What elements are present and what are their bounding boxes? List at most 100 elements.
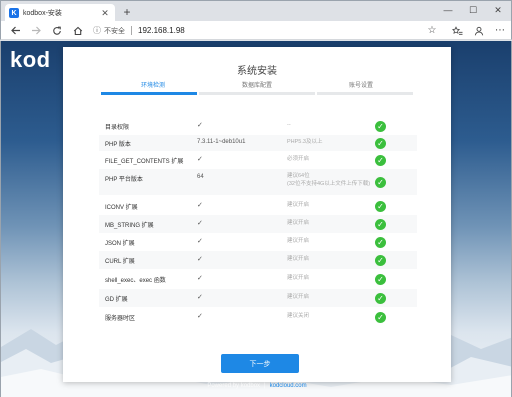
- tab-title: kodbox-安装: [23, 10, 62, 17]
- step-progress-active: [101, 92, 197, 95]
- maximize-button[interactable]: ☐: [462, 3, 484, 17]
- check-name: FILE_GET_CONTENTS 扩展: [105, 159, 184, 165]
- back-button[interactable]: [9, 24, 23, 37]
- check-requirement: 建议关闭: [287, 313, 310, 319]
- check-requirement: --: [287, 122, 291, 128]
- check-name: 目录权限: [105, 125, 130, 131]
- footer-site-link[interactable]: kodcloud.com: [270, 383, 307, 389]
- refresh-icon: [53, 26, 61, 35]
- check-requirement: PHP5.3及以上: [287, 139, 323, 145]
- check-requirement: 建议开启: [287, 275, 310, 281]
- close-tab-icon[interactable]: ✕: [99, 8, 111, 19]
- check-ok-icon: ✓: [375, 138, 386, 149]
- check-ok-icon: ✓: [375, 237, 386, 248]
- check-requirement: 建议开启: [287, 202, 310, 208]
- check-name: ICONV 扩展: [105, 205, 138, 211]
- check-name: JSON 扩展: [105, 241, 135, 247]
- browser-tab-strip: K kodbox-安装 ✕ + — ☐ ✕: [0, 0, 512, 22]
- step-db-config[interactable]: 数据库配置: [205, 80, 309, 89]
- profile-button[interactable]: [472, 24, 486, 37]
- step-progress-pending: [317, 92, 413, 95]
- page-footer: Powered by kodbox | kodcloud.com: [1, 383, 511, 389]
- table-row: GD 扩展 ✓ 建议开启 ✓: [99, 289, 417, 307]
- check-value: ✓: [197, 220, 203, 227]
- install-card: 系统安装 环境检测 数据库配置 账号设置 目录权限 ✓ -- ✓ PHP 版本 …: [63, 47, 451, 382]
- info-icon[interactable]: ⓘ: [93, 25, 101, 36]
- arrow-right-icon: [32, 26, 41, 35]
- security-label: 不安全: [104, 27, 125, 35]
- check-value: ✓: [197, 238, 203, 245]
- check-name: 服务器时区: [105, 316, 136, 322]
- check-ok-icon: ✓: [375, 177, 386, 188]
- table-row: ICONV 扩展 ✓ 建议开启 ✓: [99, 195, 417, 215]
- kodbox-favicon-icon: K: [9, 8, 19, 18]
- check-value: ✓: [197, 313, 203, 320]
- forward-button[interactable]: [29, 24, 43, 37]
- refresh-button[interactable]: [50, 24, 64, 37]
- new-tab-button[interactable]: +: [121, 6, 133, 18]
- check-name: shell_exec、exec 函数: [105, 278, 166, 284]
- table-row: PHP 平台版本 64 建议64位 (32位不支持4G以上文件上传下载) ✓: [99, 169, 417, 195]
- check-name: CURL 扩展: [105, 259, 135, 265]
- url-text[interactable]: 192.168.1.98: [138, 26, 185, 35]
- check-requirement: 建议开启: [287, 294, 310, 300]
- check-requirement: 建议开启: [287, 238, 310, 244]
- check-ok-icon: ✓: [375, 255, 386, 266]
- check-value: ✓: [197, 294, 203, 301]
- step-account[interactable]: 账号设置: [309, 80, 413, 89]
- step-env-check[interactable]: 环境检测: [101, 80, 205, 89]
- more-menu-icon[interactable]: ⋯: [493, 24, 507, 37]
- kod-logo: kod: [10, 47, 51, 72]
- favorite-star-icon[interactable]: ☆: [425, 24, 439, 37]
- check-value: ✓: [197, 122, 203, 129]
- table-row: 服务器时区 ✓ 建议关闭 ✓: [99, 307, 417, 327]
- check-ok-icon: ✓: [375, 155, 386, 166]
- browser-toolbar: ⓘ 不安全 192.168.1.98 ☆ ⋯: [0, 21, 512, 40]
- next-step-button[interactable]: 下一步: [221, 354, 299, 373]
- home-button[interactable]: [71, 24, 85, 37]
- table-row: FILE_GET_CONTENTS 扩展 ✓ 必须开启 ✓: [99, 151, 417, 169]
- home-icon: [73, 26, 83, 35]
- step-progress-pending: [199, 92, 315, 95]
- check-ok-icon: ✓: [375, 293, 386, 304]
- browser-tab[interactable]: K kodbox-安装 ✕: [5, 4, 115, 22]
- arrow-left-icon: [11, 26, 20, 35]
- check-ok-icon: ✓: [375, 201, 386, 212]
- check-value: ✓: [197, 156, 203, 163]
- table-row: MB_STRING 扩展 ✓ 建议开启 ✓: [99, 215, 417, 233]
- profile-icon: [474, 26, 484, 35]
- check-requirement: 建议64位: [287, 173, 310, 179]
- close-window-button[interactable]: ✕: [487, 3, 509, 17]
- check-requirement: 必须开启: [287, 156, 310, 162]
- favorites-button[interactable]: [450, 24, 464, 37]
- check-name: GD 扩展: [105, 297, 128, 303]
- check-ok-icon: ✓: [375, 274, 386, 285]
- page-background: kod 系统安装 环境检测 数据库配置 账号设置 目录权限 ✓ -- ✓ PHP…: [0, 41, 512, 397]
- table-row: JSON 扩展 ✓ 建议开启 ✓: [99, 233, 417, 251]
- check-value: 64: [197, 174, 204, 180]
- check-name: PHP 平台版本: [105, 177, 143, 183]
- table-row: shell_exec、exec 函数 ✓ 建议开启 ✓: [99, 269, 417, 289]
- check-requirement: 建议开启: [287, 256, 310, 262]
- check-requirement: 建议开启: [287, 220, 310, 226]
- address-divider: [131, 26, 132, 35]
- check-requirement-note: (32位不支持4G以上文件上传下载): [287, 181, 371, 187]
- check-value: 7.3.11-1~deb10u1: [197, 139, 246, 145]
- check-value: ✓: [197, 275, 203, 282]
- favorites-list-icon: [451, 25, 462, 35]
- check-value: ✓: [197, 202, 203, 209]
- footer-separator: |: [264, 383, 266, 389]
- check-name: PHP 版本: [105, 142, 131, 148]
- check-name: MB_STRING 扩展: [105, 223, 154, 229]
- footer-powered-by: Powered by kodbox: [207, 383, 261, 389]
- address-bar[interactable]: ⓘ 不安全 192.168.1.98: [93, 23, 443, 38]
- check-ok-icon: ✓: [375, 312, 386, 323]
- check-ok-icon: ✓: [375, 219, 386, 230]
- minimize-button[interactable]: —: [437, 3, 459, 17]
- table-row: CURL 扩展 ✓ 建议开启 ✓: [99, 251, 417, 269]
- page-title: 系统安装: [237, 66, 277, 77]
- check-value: ✓: [197, 256, 203, 263]
- table-row: 目录权限 ✓ -- ✓: [99, 117, 417, 135]
- check-ok-icon: ✓: [375, 121, 386, 132]
- table-row: PHP 版本 7.3.11-1~deb10u1 PHP5.3及以上 ✓: [99, 135, 417, 151]
